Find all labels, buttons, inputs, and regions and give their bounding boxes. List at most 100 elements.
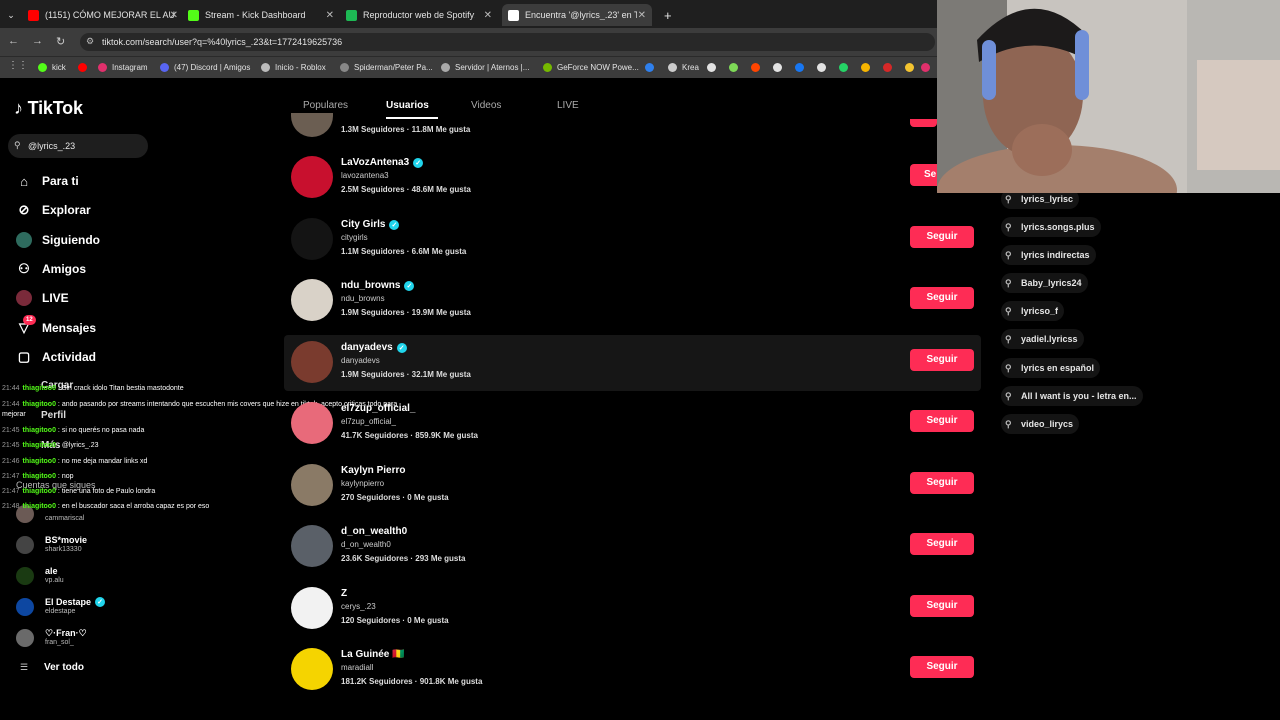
follow-button[interactable]: Seguir bbox=[910, 533, 974, 555]
user-row[interactable]: Kaylyn Pierro kaylynpierro 270 Seguidores … bbox=[284, 458, 981, 514]
follow-button[interactable]: Se bbox=[910, 164, 937, 186]
site-info-icon[interactable]: ⚙ bbox=[86, 36, 94, 47]
avatar[interactable] bbox=[291, 464, 333, 506]
tab-usuarios[interactable]: Usuarios bbox=[386, 100, 429, 111]
search-input[interactable]: @lyrics_.23 bbox=[8, 134, 148, 158]
follow-button[interactable]: Seguir bbox=[910, 349, 974, 371]
reload-icon[interactable]: ↻ bbox=[56, 35, 65, 48]
bookmark-item[interactable] bbox=[795, 60, 809, 75]
user-name[interactable]: City Girls ✓ bbox=[341, 219, 400, 230]
follow-button[interactable] bbox=[910, 119, 937, 127]
user-row[interactable]: d_on_wealth0 d_on_wealth0 23.6K Seguidores… bbox=[284, 519, 981, 575]
bookmark-item[interactable]: GeForce NOW Powe... bbox=[543, 60, 639, 75]
browser-tab[interactable]: (1151) CÓMO MEJORAR EL AU ✕ bbox=[28, 4, 178, 26]
search-suggestion[interactable]: ⚲ Baby_lyrics24 bbox=[1001, 273, 1088, 293]
tab-populares[interactable]: Populares bbox=[303, 100, 348, 111]
user-row[interactable]: Zcerys_.23 120 Seguidores · 0 Me gusta Seg… bbox=[284, 581, 981, 637]
avatar[interactable] bbox=[291, 113, 333, 137]
follow-button[interactable]: Seguir bbox=[910, 410, 974, 432]
user-handle: lavozantena3 bbox=[341, 171, 389, 180]
user-row[interactable]: danyadevs ✓ danyadevs 1.9M Seguidores · 32.… bbox=[284, 335, 981, 391]
apps-grid-icon[interactable]: ⋮⋮ bbox=[8, 60, 28, 71]
user-name[interactable]: LaVozAntena3 ✓ bbox=[341, 157, 424, 168]
bookmark-item[interactable] bbox=[921, 60, 935, 75]
bookmark-item[interactable]: Krea bbox=[668, 60, 699, 75]
avatar[interactable] bbox=[291, 525, 333, 567]
bookmark-item[interactable]: Servidor | Aternos |... bbox=[441, 60, 529, 75]
user-row[interactable]: La Guinée 🇬🇳 maradiall 181.2K Seguidores ·… bbox=[284, 642, 981, 698]
bookmark-item[interactable] bbox=[839, 60, 853, 75]
bookmark-item[interactable]: (47) Discord | Amigos bbox=[160, 60, 250, 75]
avatar[interactable] bbox=[291, 341, 333, 383]
close-icon[interactable]: ✕ bbox=[326, 10, 334, 21]
avatar[interactable] bbox=[291, 587, 333, 629]
search-suggestion[interactable]: ⚲ lyrics en español bbox=[1001, 358, 1101, 378]
browser-tab-active[interactable]: Encuentra '@lyrics_.23' en TikTo✕ bbox=[502, 4, 652, 26]
search-suggestion[interactable]: ⚲ All I want is you - letra en... bbox=[1001, 386, 1143, 406]
messages-badge: 12 bbox=[23, 315, 36, 325]
user-row[interactable]: el7zup_official_ el7zup_official_ 41.7K Se… bbox=[284, 396, 981, 452]
follow-button[interactable]: Seguir bbox=[910, 472, 974, 494]
nav-actividad[interactable]: ▢ Actividad bbox=[16, 346, 96, 368]
bookmark-item[interactable] bbox=[645, 60, 659, 75]
browser-tab[interactable]: Stream - Kick Dashboard ✕ bbox=[188, 4, 334, 26]
avatar[interactable] bbox=[291, 218, 333, 260]
bookmark-item[interactable] bbox=[729, 60, 743, 75]
avatar[interactable] bbox=[291, 279, 333, 321]
user-row[interactable]: City Girls ✓ citygirls 1.1M Seguidores · 6.… bbox=[284, 212, 981, 268]
follow-button[interactable]: Seguir bbox=[910, 226, 974, 248]
bookmark-item[interactable]: Spiderman/Peter Pa... bbox=[340, 60, 433, 75]
close-icon[interactable]: ✕ bbox=[170, 10, 178, 21]
search-suggestion[interactable]: ⚲ video_lirycs bbox=[1001, 414, 1080, 434]
avatar[interactable] bbox=[291, 156, 333, 198]
bookmark-item[interactable] bbox=[707, 60, 721, 75]
avatar[interactable] bbox=[291, 648, 333, 690]
bookmark-item[interactable] bbox=[883, 60, 897, 75]
bookmark-item[interactable] bbox=[78, 60, 92, 75]
tab-list-button[interactable]: ⌄ bbox=[2, 4, 20, 26]
bookmark-label: Inicio - Roblox bbox=[275, 63, 326, 72]
user-row[interactable]: ndu_browns ✓ ndu_browns 1.9M Seguidores · 1… bbox=[284, 273, 981, 329]
search-suggestion[interactable]: ⚲ lyricso_f bbox=[1001, 301, 1065, 321]
user-name[interactable]: La Guinée 🇬🇳 bbox=[341, 649, 405, 660]
user-name[interactable]: ndu_browns ✓ bbox=[341, 280, 415, 291]
follow-button[interactable]: Seguir bbox=[910, 595, 974, 617]
bookmark-item[interactable]: Instagram bbox=[98, 60, 148, 75]
new-tab-button[interactable]: + bbox=[664, 4, 672, 26]
nav-mensajes[interactable]: ▽ Mensajes 12 bbox=[16, 315, 96, 339]
search-suggestion[interactable]: ⚲ lyrics.songs.plus bbox=[1001, 217, 1101, 237]
search-suggestion[interactable]: ⚲ lyrics indirectas bbox=[1001, 245, 1096, 265]
back-icon[interactable]: ← bbox=[8, 35, 19, 47]
forward-icon[interactable]: → bbox=[32, 35, 43, 47]
nav-para-ti[interactable]: ⌂ Para ti bbox=[16, 170, 79, 192]
tab-live[interactable]: LIVE bbox=[557, 100, 579, 111]
user-name[interactable]: Z bbox=[341, 588, 347, 599]
nav-amigos[interactable]: ⚇ Amigos bbox=[16, 258, 86, 280]
user-name[interactable]: danyadevs ✓ bbox=[341, 342, 407, 353]
bookmark-item[interactable]: kick bbox=[38, 60, 66, 75]
user-row[interactable]: LaVozAntena3 ✓ lavozantena3 2.5M Seguidores… bbox=[284, 150, 981, 206]
nav-live[interactable]: LIVE bbox=[16, 287, 69, 309]
close-icon[interactable]: ✕ bbox=[484, 10, 492, 21]
tab-videos[interactable]: Videos bbox=[471, 100, 501, 111]
browser-tab[interactable]: Reproductor web de Spotify: m ✕ bbox=[346, 4, 492, 26]
ver-todo-link[interactable]: Ver todo bbox=[44, 662, 84, 673]
search-suggestion[interactable]: ⚲ yadiel.lyricss bbox=[1001, 329, 1084, 349]
avatar[interactable] bbox=[291, 402, 333, 444]
nav-siguiendo[interactable]: Siguiendo bbox=[16, 229, 100, 251]
user-name[interactable]: d_on_wealth0 bbox=[341, 526, 407, 537]
tiktok-logo[interactable]: ♪ TikTok bbox=[14, 98, 83, 119]
bookmark-item[interactable] bbox=[773, 60, 787, 75]
follow-button[interactable]: Seguir bbox=[910, 656, 974, 678]
follow-button[interactable]: Seguir bbox=[910, 287, 974, 309]
bookmark-item[interactable] bbox=[861, 60, 875, 75]
user-name[interactable]: Kaylyn Pierro bbox=[341, 465, 405, 476]
close-icon[interactable]: ✕ bbox=[638, 10, 646, 21]
bookmark-item[interactable] bbox=[751, 60, 765, 75]
user-name[interactable]: el7zup_official_ bbox=[341, 403, 415, 414]
bookmark-item[interactable]: Inicio - Roblox bbox=[261, 60, 326, 75]
bookmark-item[interactable] bbox=[817, 60, 831, 75]
bookmark-item[interactable] bbox=[905, 60, 919, 75]
nav-explorar[interactable]: ⊘ Explorar bbox=[16, 199, 91, 221]
url-bar[interactable]: tiktok.com/search/user?q=%40lyrics_.23&t… bbox=[80, 33, 935, 51]
